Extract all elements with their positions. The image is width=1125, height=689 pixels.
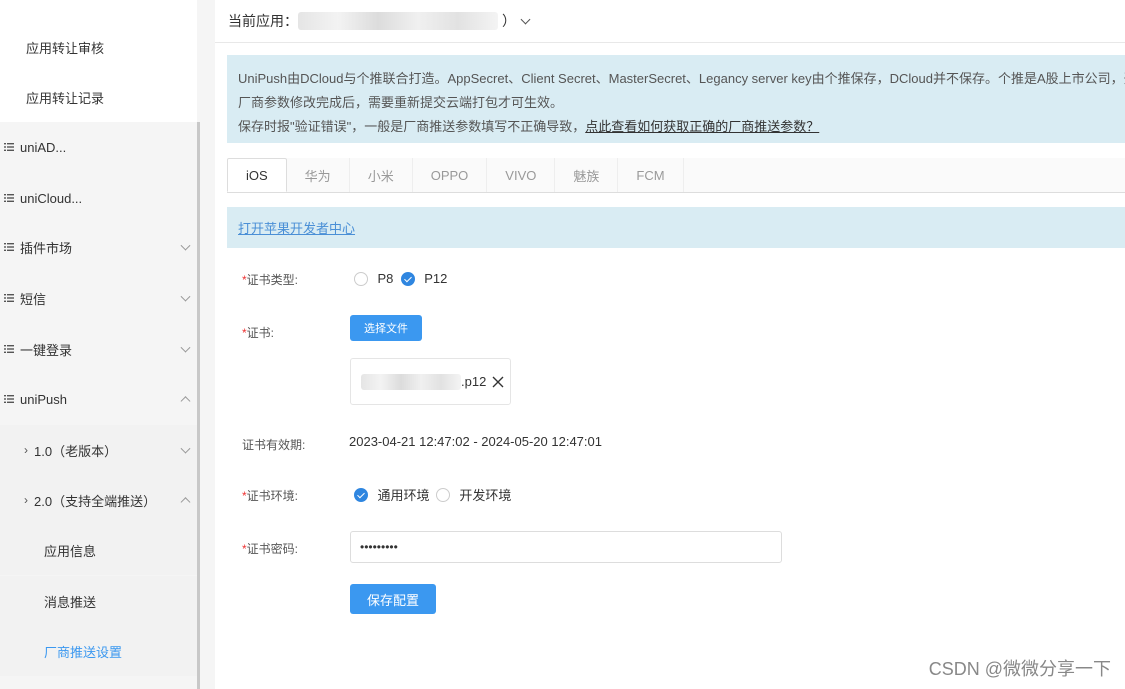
current-app-label: 当前应用： [228, 13, 298, 29]
sidebar-item-label: uniAD... [20, 139, 67, 155]
validity-label: 证书有效期: [242, 438, 306, 452]
save-config-button[interactable]: 保存配置 [350, 584, 436, 614]
sidebar-item-plugin-market[interactable]: 插件市场 [0, 222, 197, 272]
validity-value: 2023-04-21 12:47:02 - 2024-05-20 12:47:0… [349, 434, 602, 449]
sidebar-item-label: 1.0（老版本） [34, 443, 118, 459]
sidebar-item-unipush[interactable]: uniPush [0, 374, 197, 424]
vendor-params-help-link[interactable]: 点此查看如何获取正确的厂商推送参数？ [585, 119, 819, 134]
sidebar-item-one-click-login[interactable]: 一键登录 [0, 324, 197, 374]
tabs-spacer [683, 158, 1125, 192]
sidebar-item-app-info[interactable]: 应用信息 [0, 525, 197, 575]
cert-label: *证书: [242, 326, 275, 340]
tab-fcm[interactable]: FCM [618, 158, 684, 192]
uploaded-file-item: .p12 [350, 358, 511, 405]
sidebar-item-label: uniPush [20, 391, 67, 407]
radio-dev-env-label: 开发环境 [459, 488, 512, 503]
dev-center-banner: 打开苹果开发者中心 [227, 207, 1125, 248]
radio-general-env[interactable] [354, 487, 368, 502]
list-icon [4, 243, 14, 251]
sidebar-item-transfer-review[interactable]: 应用转让审核 [0, 22, 197, 72]
sidebar-item-label: 消息推送 [44, 594, 97, 610]
sidebar-item-label: 插件市场 [20, 240, 73, 256]
sidebar-item-vendor-push-settings[interactable]: 厂商推送设置 [0, 626, 197, 676]
list-icon [4, 345, 14, 353]
chevron-up-icon [180, 396, 191, 407]
sidebar-item-label: 2.0（支持全端推送） [34, 493, 157, 509]
tab-huawei[interactable]: 华为 [286, 158, 350, 192]
list-icon [4, 194, 14, 202]
env-group: 通用环境 开发环境 [354, 485, 511, 504]
chevron-up-icon [180, 497, 191, 508]
sidebar-item-message-push[interactable]: 消息推送 [0, 576, 197, 626]
watermark: CSDN @微微分享一下 [928, 659, 1111, 679]
password-label: *证书密码: [242, 542, 299, 556]
radio-dev-env[interactable] [435, 487, 450, 502]
close-icon[interactable] [492, 376, 504, 388]
file-ext: .p12 [461, 374, 487, 389]
sidebar-item-label: 厂商推送设置 [44, 644, 123, 660]
sidebar-item-sms[interactable]: 短信 [0, 273, 197, 323]
tab-ios[interactable]: iOS [227, 158, 287, 192]
chevron-down-icon [180, 342, 191, 353]
sidebar-item-label: 短信 [20, 291, 47, 307]
main-content: 当前应用： ） UniPush由DCloud与个推联合打造。AppSecret、… [215, 0, 1125, 689]
notice-line-3: 保存时报"验证错误"，一般是厂商推送参数填写不正确导致，点此查看如何获取正确的厂… [238, 115, 1125, 139]
sidebar-item-label: 一键登录 [20, 342, 73, 358]
chevron-down-icon [180, 291, 191, 302]
sidebar-item-label: 应用转让审核 [26, 40, 105, 56]
sidebar-item-unipush-v1[interactable]: › 1.0（老版本） [0, 425, 197, 475]
chevron-down-icon[interactable] [520, 14, 531, 24]
vendor-tabs: iOS 华为 小米 OPPO VIVO 魅族 FCM [227, 158, 1125, 193]
radio-p12[interactable] [400, 271, 415, 286]
tab-xiaomi[interactable]: 小米 [349, 158, 413, 192]
list-icon [4, 395, 14, 403]
sidebar-item-label: uniCloud... [20, 190, 83, 206]
notice-banner: UniPush由DCloud与个推联合打造。AppSecret、Client S… [227, 55, 1125, 143]
cert-type-group: P8 P12 [354, 270, 447, 288]
choose-file-button[interactable]: 选择文件 [350, 315, 422, 341]
cert-type-label: *证书类型: [242, 273, 299, 287]
chevron-down-icon [180, 240, 191, 251]
chevron-right-icon: › [24, 443, 28, 457]
tab-vivo[interactable]: VIVO [487, 158, 556, 192]
env-label: *证书环境: [242, 489, 299, 503]
radio-general-env-label: 通用环境 [377, 488, 430, 503]
notice-line-2: 厂商参数修改完成后，需要重新提交云端打包才可生效。 [238, 95, 564, 110]
sidebar-item-unicloud[interactable]: uniCloud... [0, 173, 197, 223]
apple-dev-center-link[interactable]: 打开苹果开发者中心 [238, 218, 355, 237]
sidebar: 应用转让审核 应用转让记录 uniAD... uniCloud... 插件市场 … [0, 0, 215, 689]
list-icon [4, 294, 14, 302]
cert-password-input[interactable] [350, 531, 782, 563]
file-name-redacted [361, 373, 461, 390]
sidebar-item-uniad[interactable]: uniAD... [0, 122, 197, 172]
app-name-close-paren: ） [502, 13, 516, 29]
radio-p12-label: P12 [424, 271, 448, 287]
chevron-right-icon: › [24, 493, 28, 507]
chevron-down-icon [180, 443, 191, 454]
notice-line-3-text: 保存时报"验证错误"，一般是厂商推送参数填写不正确导致， [238, 119, 586, 134]
sidebar-scrollbar[interactable] [197, 122, 200, 689]
notice-line-1: UniPush由DCloud与个推联合打造。AppSecret、Client S… [238, 71, 1125, 86]
sidebar-item-label: 应用转让记录 [26, 90, 105, 106]
sidebar-item-unipush-v2[interactable]: › 2.0（支持全端推送） [0, 475, 197, 525]
tab-oppo[interactable]: OPPO [412, 158, 488, 192]
tab-meizu[interactable]: 魅族 [555, 158, 619, 192]
sidebar-item-label: 应用信息 [44, 543, 97, 559]
radio-p8[interactable] [354, 271, 368, 286]
app-name-redacted[interactable] [298, 12, 498, 30]
list-icon [4, 143, 14, 151]
current-app-bar: 当前应用： ） [215, 0, 1125, 43]
sidebar-item-transfer-record[interactable]: 应用转让记录 [0, 72, 197, 122]
radio-p8-label: P8 [377, 271, 394, 287]
